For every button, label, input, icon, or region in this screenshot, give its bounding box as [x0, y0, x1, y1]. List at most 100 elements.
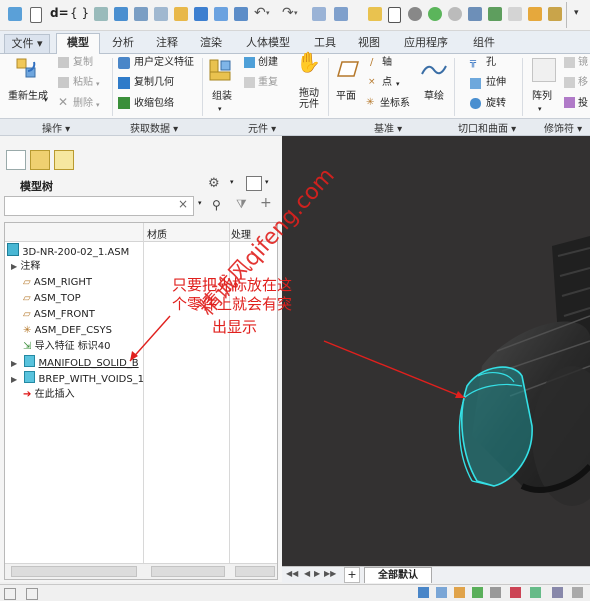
view-icon[interactable] — [436, 587, 447, 598]
camera-icon[interactable] — [154, 7, 168, 21]
green-circle-icon[interactable] — [428, 7, 442, 21]
next-tab-icon[interactable]: ▶ — [314, 569, 320, 578]
relation-icon[interactable] — [94, 7, 108, 21]
delete-button[interactable]: 删除 — [73, 97, 93, 110]
group-get-data[interactable]: 获取数据 ▾ — [130, 120, 178, 135]
model-icon[interactable] — [418, 587, 429, 598]
group-operations[interactable]: 操作 ▾ — [42, 120, 70, 135]
repeat-button[interactable]: 重复 — [258, 76, 278, 89]
regenerate-dropdown-icon[interactable]: ▾ — [44, 94, 48, 107]
material-scrollbar[interactable] — [151, 566, 225, 577]
axis-icon: / — [370, 57, 374, 68]
first-tab-icon[interactable]: ◀◀ — [286, 569, 298, 578]
save-icon[interactable] — [194, 7, 208, 21]
assemble-dropdown-icon[interactable]: ▾ — [218, 103, 222, 116]
windows-icon[interactable] — [334, 7, 348, 21]
user-feature-icon — [118, 57, 130, 69]
tab-view[interactable]: 视图 — [350, 34, 388, 52]
process-scrollbar[interactable] — [235, 566, 275, 577]
new-file-icon[interactable] — [30, 7, 42, 23]
project-button[interactable]: 投 — [578, 97, 588, 110]
paste-icon — [58, 77, 69, 88]
assemble-button[interactable]: 组装 — [212, 90, 232, 103]
tab-model[interactable]: 模型 — [56, 33, 100, 54]
filter-status-icon[interactable] — [490, 587, 501, 598]
point-dropdown-icon[interactable]: ▾ — [396, 78, 400, 91]
tab-applications[interactable]: 应用程序 — [394, 34, 458, 52]
hole-button[interactable]: 孔 — [486, 56, 496, 69]
ribbon-group-bar: 操作 ▾ 获取数据 ▾ 元件 ▾ 基准 ▾ 切口和曲面 ▾ 修饰符 ▾ — [0, 118, 590, 136]
tab-all-default[interactable]: 全部默认 — [364, 567, 432, 583]
group-component[interactable]: 元件 ▾ — [248, 120, 276, 135]
tools-icon[interactable] — [548, 7, 562, 21]
customize-dropdown-icon[interactable]: ▾ — [574, 8, 579, 18]
axis-button[interactable]: 轴 — [382, 56, 392, 69]
redo-dropdown-icon[interactable]: ▾ — [294, 9, 298, 17]
tab-annotate[interactable]: 注释 — [148, 34, 186, 52]
gear-icon[interactable] — [408, 7, 422, 21]
status-icon[interactable] — [26, 588, 38, 600]
regenerate-button[interactable]: 重新生成 — [8, 90, 48, 103]
csys-button[interactable]: 坐标系 — [380, 97, 410, 110]
csys-icon: ✳ — [366, 97, 375, 108]
eraser-icon[interactable] — [508, 7, 522, 21]
plane-button[interactable]: 平面 — [336, 90, 356, 103]
brush-icon[interactable] — [528, 7, 542, 21]
status-ok-icon[interactable] — [530, 587, 541, 598]
copy-button[interactable]: 复制 — [73, 56, 93, 69]
status-icon[interactable] — [4, 588, 16, 600]
tab-analysis[interactable]: 分析 — [104, 34, 142, 52]
save-copy-icon[interactable] — [214, 7, 228, 21]
pattern-button[interactable]: 阵列 — [532, 90, 552, 103]
shrinkwrap-button[interactable]: 收缩包络 — [134, 97, 174, 110]
tab-components[interactable]: 组件 — [464, 34, 504, 52]
folder-open-icon[interactable] — [368, 7, 382, 21]
add-view-button[interactable]: + — [344, 567, 360, 583]
point-button[interactable]: 点 — [382, 76, 392, 89]
sketch-button[interactable]: 草绘 — [424, 90, 444, 103]
dimension-icon[interactable]: d= — [50, 6, 69, 20]
paste-dropdown-icon[interactable]: ▾ — [96, 78, 100, 91]
tab-render[interactable]: 渲染 — [192, 34, 230, 52]
create-button[interactable]: 创建 — [258, 56, 278, 69]
group-datum[interactable]: 基准 ▾ — [374, 120, 402, 135]
tree-scrollbar[interactable] — [11, 566, 137, 577]
prev-tab-icon[interactable]: ◀ — [304, 569, 310, 578]
braces-icon[interactable]: { } — [70, 6, 89, 20]
redo-icon[interactable]: ↷ — [282, 5, 294, 21]
move-icon — [564, 77, 575, 88]
folder-icon[interactable] — [174, 7, 188, 21]
selection-icon[interactable] — [472, 587, 483, 598]
status-icon[interactable] — [572, 587, 583, 598]
user-defined-feature-button[interactable]: 用户定义特征 — [134, 56, 194, 69]
alert-icon[interactable] — [510, 587, 521, 598]
copy-geometry-button[interactable]: 复制几何 — [134, 76, 174, 89]
revolve-button[interactable]: 旋转 — [486, 97, 506, 110]
project-icon — [564, 97, 575, 108]
print-icon[interactable] — [134, 7, 148, 21]
tab-file[interactable]: 文件 ▾ — [4, 34, 50, 54]
pattern-dropdown-icon[interactable]: ▾ — [538, 103, 542, 116]
group-modifiers[interactable]: 修饰符 ▾ — [544, 120, 582, 135]
extrude-button[interactable]: 拉伸 — [486, 76, 506, 89]
last-tab-icon[interactable]: ▶▶ — [324, 569, 336, 578]
group-cut-surface[interactable]: 切口和曲面 ▾ — [458, 120, 516, 135]
drag-components-button[interactable]: 拖动元件 — [298, 88, 320, 110]
delete-dropdown-icon[interactable]: ▾ — [96, 99, 100, 112]
undo-dropdown-icon[interactable]: ▾ — [266, 9, 270, 17]
render-icon[interactable] — [488, 7, 502, 21]
status-icon[interactable] — [552, 587, 563, 598]
frame-icon[interactable] — [388, 7, 401, 23]
paste-button[interactable]: 粘贴 — [73, 76, 93, 89]
undo-icon[interactable]: ↶ — [254, 5, 266, 21]
mirror-button[interactable]: 镜 — [578, 56, 588, 69]
move-button[interactable]: 移 — [578, 76, 588, 89]
open-icon[interactable] — [114, 7, 128, 21]
tab-manikin[interactable]: 人体模型 — [236, 34, 300, 52]
qat-separator — [566, 2, 567, 28]
grey-circle-icon[interactable] — [448, 7, 462, 21]
window-icon[interactable] — [234, 7, 248, 21]
layers-icon[interactable] — [468, 7, 482, 21]
layer-icon[interactable] — [454, 587, 465, 598]
regenerate-icon[interactable] — [312, 7, 326, 21]
